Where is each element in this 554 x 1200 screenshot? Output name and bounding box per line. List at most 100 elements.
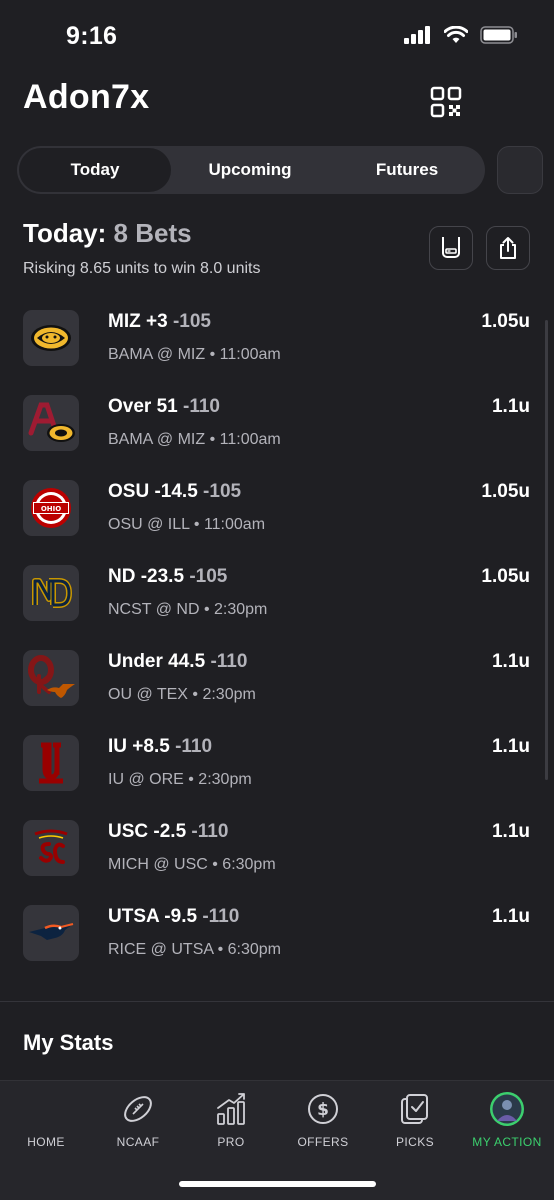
status-icons	[404, 26, 518, 44]
tab-more[interactable]	[497, 146, 543, 194]
bet-pick: OSU -14.5 -105	[108, 481, 241, 503]
tab-upcoming[interactable]: Upcoming	[175, 146, 325, 194]
team-logo	[23, 735, 79, 791]
status-bar: 9:16	[0, 0, 554, 72]
team-logo	[23, 905, 79, 961]
mizzou-tiger-logo-icon	[31, 325, 71, 351]
bet-pick-text: Over 51	[108, 396, 178, 417]
bet-row[interactable]: ND -23.5 -105 NCST @ ND • 2:30pm 1.05u	[0, 565, 554, 650]
bet-pick: IU +8.5 -110	[108, 736, 212, 758]
my-stats-heading: My Stats	[23, 1030, 114, 1055]
bet-odds: -105	[172, 311, 211, 332]
bet-units: 1.05u	[481, 311, 530, 332]
chart-icon	[217, 1093, 245, 1125]
indiana-logo-icon	[39, 742, 63, 784]
team-logo	[23, 820, 79, 876]
bet-count: 8 Bets	[113, 218, 192, 248]
svg-text:$: $	[317, 1100, 329, 1120]
bet-game: IU @ ORE • 2:30pm	[108, 771, 252, 788]
bet-row[interactable]: Over 51 -110 BAMA @ MIZ • 11:00am 1.1u	[0, 395, 554, 480]
home-indicator[interactable]	[179, 1181, 376, 1187]
bet-row[interactable]: UTSA -9.5 -110 RICE @ UTSA • 6:30pm 1.1u	[0, 905, 554, 990]
ohio-state-logo-icon: OHIO	[31, 488, 71, 528]
bet-pick: MIZ +3 -105	[108, 311, 211, 333]
bet-odds: -110	[191, 821, 229, 842]
bet-row[interactable]: IU +8.5 -110 IU @ ORE • 2:30pm 1.1u	[0, 735, 554, 820]
bet-units: 1.1u	[491, 651, 530, 672]
home-icon	[0, 1089, 92, 1129]
bet-odds: -110	[202, 906, 240, 927]
bet-odds: -105	[203, 481, 242, 502]
bet-row[interactable]: Under 44.5 -110 OU @ TEX • 2:30pm 1.1u	[0, 650, 554, 735]
team-logo	[23, 310, 79, 366]
utsa-roadrunner-logo-icon	[29, 923, 74, 940]
bet-units: 1.05u	[481, 481, 530, 502]
nav-pro[interactable]: PRO	[185, 1089, 277, 1149]
wifi-icon	[444, 26, 468, 43]
bet-pick-text: MIZ +3	[108, 311, 168, 332]
alabama-mizzou-logo-icon	[28, 402, 75, 442]
risk-summary: Risking 8.65 units to win 8.0 units	[23, 260, 261, 277]
bet-odds: -110	[183, 396, 220, 417]
oklahoma-texas-logo-icon	[28, 655, 75, 698]
bet-units: 1.05u	[481, 566, 530, 587]
nav-home[interactable]: HOME	[0, 1089, 92, 1149]
bet-units: 1.1u	[491, 906, 530, 927]
avatar-icon	[490, 1092, 524, 1126]
bet-pick-text: IU +8.5	[108, 736, 170, 757]
today-label: Today:	[23, 218, 107, 248]
bet-game: OSU @ ILL • 11:00am	[108, 516, 266, 533]
bet-row[interactable]: OHIO OSU -14.5 -105 OSU @ ILL • 11:00am …	[0, 480, 554, 565]
bet-game: BAMA @ MIZ • 11:00am	[108, 431, 281, 448]
section-divider	[0, 1001, 554, 1002]
bet-row[interactable]: MIZ +3 -105 BAMA @ MIZ • 11:00am 1.05u	[0, 310, 554, 395]
qr-code-button[interactable]	[430, 86, 462, 118]
nav-label: MY ACTION	[472, 1135, 542, 1149]
nav-label: PICKS	[395, 1135, 434, 1149]
bet-pick-text: OSU -14.5	[108, 481, 198, 502]
svg-text:OHIO: OHIO	[41, 505, 61, 513]
bet-pick-text: Under 44.5	[108, 651, 206, 672]
bet-pick: Under 44.5 -110	[108, 651, 247, 673]
bet-odds: -110	[210, 651, 248, 672]
nav-label: NCAAF	[116, 1135, 160, 1149]
bet-slip-button[interactable]	[429, 226, 473, 270]
page-title: Adon7x	[23, 78, 150, 116]
bet-pick: Over 51 -110	[108, 396, 220, 418]
bet-row[interactable]: USC -2.5 -110 MICH @ USC • 6:30pm 1.1u	[0, 820, 554, 905]
nav-label: PRO	[217, 1135, 245, 1149]
notre-dame-logo-icon	[32, 578, 72, 608]
bet-units: 1.1u	[491, 736, 530, 757]
nav-picks[interactable]: PICKS	[369, 1089, 461, 1149]
bet-game: RICE @ UTSA • 6:30pm	[108, 941, 282, 958]
nav-label: HOME	[27, 1135, 65, 1149]
bet-game: OU @ TEX • 2:30pm	[108, 686, 256, 703]
bet-pick-text: UTSA -9.5	[108, 906, 198, 927]
share-icon	[500, 237, 516, 259]
nav-label: OFFERS	[297, 1135, 349, 1149]
bet-units: 1.1u	[491, 821, 530, 842]
nav-ncaaf[interactable]: NCAAF	[92, 1089, 184, 1149]
segmented-tabs: Today Upcoming Futures	[17, 146, 485, 194]
nav-my-action[interactable]: MY ACTION	[461, 1089, 553, 1149]
today-heading: Today: 8 Bets	[23, 218, 192, 249]
team-logo	[23, 565, 79, 621]
team-logo	[23, 650, 79, 706]
signal-icon	[404, 26, 430, 44]
nav-offers[interactable]: $ OFFERS	[277, 1089, 369, 1149]
status-time: 9:16	[66, 22, 118, 50]
usc-trojans-logo-icon	[34, 829, 68, 864]
picks-icon	[401, 1094, 428, 1124]
team-logo: OHIO	[23, 480, 79, 536]
tab-today[interactable]: Today	[19, 148, 171, 192]
bet-pick-text: USC -2.5	[108, 821, 187, 842]
bet-pick: USC -2.5 -110	[108, 821, 228, 843]
qr-code-icon	[430, 86, 462, 118]
football-icon	[124, 1096, 152, 1122]
tab-futures[interactable]: Futures	[329, 146, 485, 194]
bet-game: NCST @ ND • 2:30pm	[108, 601, 268, 618]
bet-slip-icon	[442, 237, 460, 258]
scrollbar[interactable]	[545, 320, 548, 780]
share-button[interactable]	[486, 226, 530, 270]
bet-game: BAMA @ MIZ • 11:00am	[108, 346, 281, 363]
